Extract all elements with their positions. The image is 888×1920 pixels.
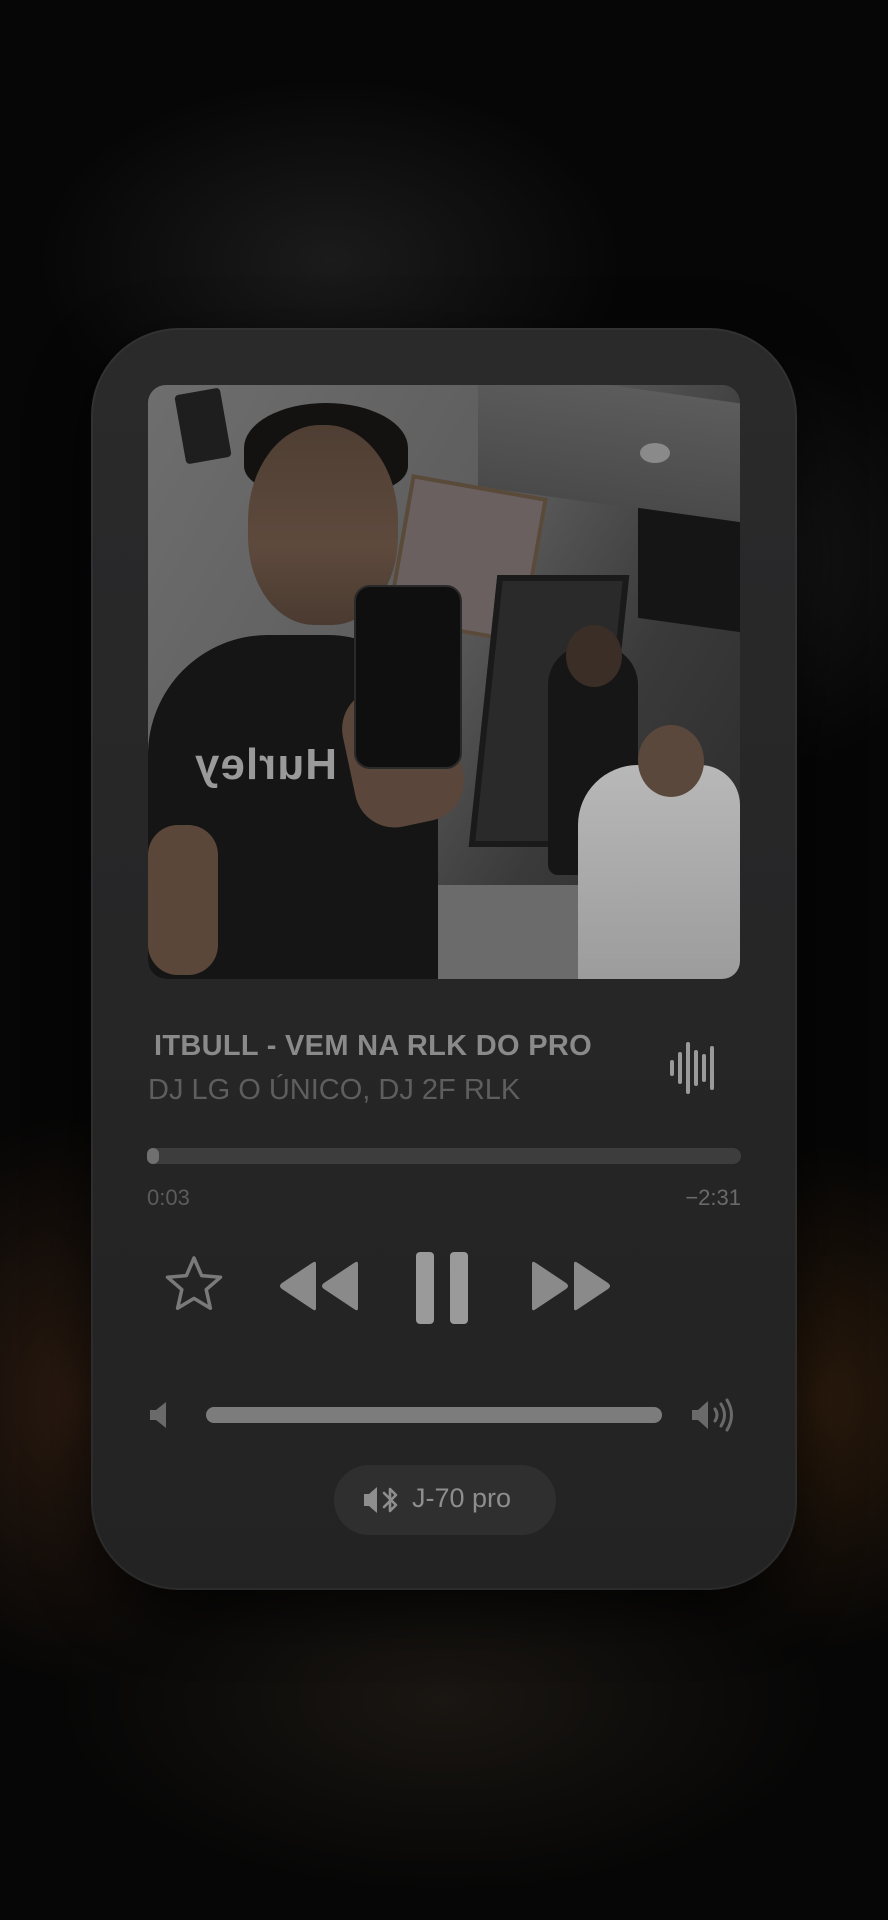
- speaker-high-icon: [692, 1398, 733, 1432]
- artwork-lamp: [640, 443, 670, 463]
- artist-name[interactable]: DJ LG O ÚNICO, DJ 2F RLK: [148, 1074, 520, 1107]
- volume-fill: [206, 1407, 662, 1423]
- artwork-cape: [578, 765, 740, 979]
- artwork-client-head: [638, 725, 704, 797]
- artwork-phone: [354, 585, 462, 769]
- speaker-low-icon: [150, 1402, 166, 1428]
- playback-scrubber[interactable]: [147, 1148, 741, 1164]
- artwork-shirt-logo: Hurley: [194, 740, 337, 789]
- fast-forward-icon[interactable]: [528, 1258, 614, 1314]
- output-device-button[interactable]: J-70 pro: [334, 1465, 556, 1535]
- playback-progress-fill: [147, 1148, 159, 1164]
- elapsed-time: 0:03: [147, 1185, 190, 1210]
- song-title: ITBULL - VEM NA RLK DO PRO: [154, 1030, 592, 1062]
- pause-icon[interactable]: [410, 1248, 474, 1328]
- remaining-time: −2:31: [685, 1185, 741, 1210]
- output-device-label: J-70 pro: [412, 1483, 512, 1513]
- artwork-barber-head: [566, 625, 622, 687]
- volume-slider[interactable]: [206, 1407, 662, 1423]
- album-artwork[interactable]: Hurley: [148, 385, 740, 979]
- bluetooth-speaker-icon: [364, 1487, 398, 1513]
- artwork-thumb: [148, 825, 218, 975]
- star-icon[interactable]: [164, 1254, 224, 1314]
- rewind-icon[interactable]: [276, 1258, 362, 1314]
- waveform-icon: [670, 1042, 714, 1094]
- artwork-tv: [638, 507, 740, 633]
- song-title-container[interactable]: ITBULL - VEM NA RLK DO PRO: [148, 1028, 638, 1072]
